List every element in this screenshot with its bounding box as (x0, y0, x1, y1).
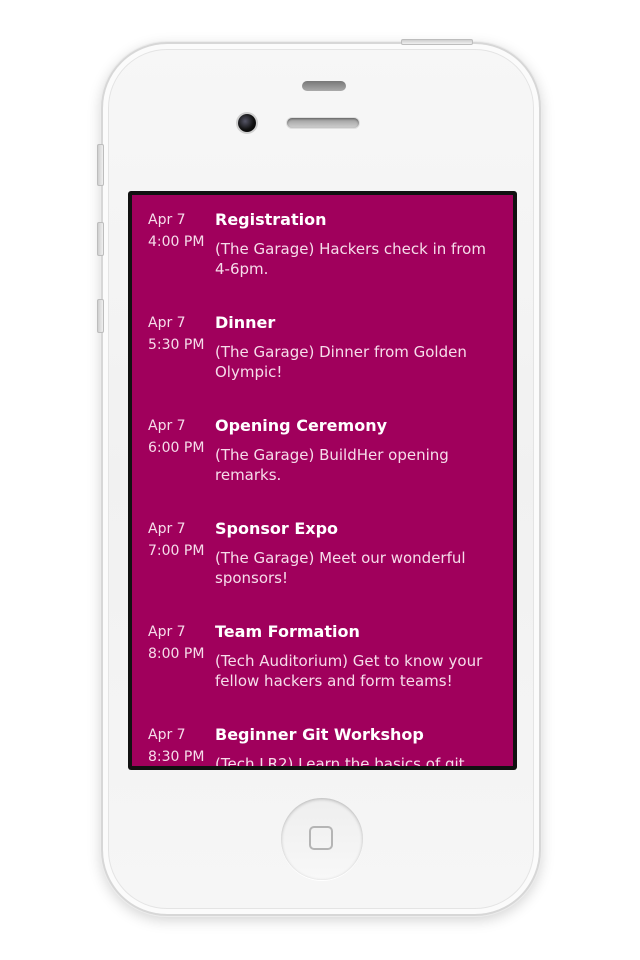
event-info: Team Formation (Tech Auditorium) Get to … (215, 621, 513, 724)
event-title: Dinner (215, 313, 276, 332)
event-title: Team Formation (215, 622, 360, 641)
event-description: (Tech Auditorium) Get to know your fello… (215, 652, 483, 690)
list-item[interactable]: Apr 7 7:00 PM Sponsor Expo (The Garage) … (132, 518, 513, 621)
event-description: (The Garage) BuildHer opening remarks. (215, 446, 449, 484)
home-square-icon (309, 826, 333, 850)
event-info: Sponsor Expo (The Garage) Meet our wonde… (215, 518, 513, 621)
list-item[interactable]: Apr 7 5:30 PM Dinner (The Garage) Dinner… (132, 312, 513, 415)
event-description: (The Garage) Hackers check in from 4-6pm… (215, 240, 486, 278)
event-datetime: Apr 7 8:00 PM (132, 621, 215, 724)
event-date: Apr 7 (148, 727, 186, 743)
event-date: Apr 7 (148, 212, 186, 228)
event-date: Apr 7 (148, 418, 186, 434)
event-date: Apr 7 (148, 521, 186, 537)
event-time: 4:00 PM (148, 234, 205, 250)
volume-up-button (97, 222, 104, 256)
event-datetime: Apr 7 8:30 PM (132, 724, 215, 766)
home-button[interactable] (281, 798, 363, 880)
event-time: 8:30 PM (148, 749, 205, 765)
power-button (401, 39, 473, 45)
phone-frame: Apr 7 4:00 PM Registration (The Garage) … (97, 39, 541, 916)
event-time: 6:00 PM (148, 440, 205, 456)
event-date: Apr 7 (148, 315, 186, 331)
top-speaker (302, 81, 346, 91)
event-info: Registration (The Garage) Hackers check … (215, 209, 513, 312)
event-title: Sponsor Expo (215, 519, 339, 538)
event-datetime: Apr 7 4:00 PM (132, 209, 215, 312)
event-info: Opening Ceremony (The Garage) BuildHer o… (215, 415, 513, 518)
event-info: Dinner (The Garage) Dinner from Golden O… (215, 312, 513, 415)
earpiece-speaker (287, 118, 359, 128)
event-description: (The Garage) Dinner from Golden Olympic! (215, 343, 467, 381)
event-time: 5:30 PM (148, 337, 205, 353)
event-title: Opening Ceremony (215, 416, 388, 435)
event-title: Beginner Git Workshop (215, 725, 424, 744)
event-info: Beginner Git Workshop (Tech LR2) Learn t… (215, 724, 513, 766)
screen-bezel: Apr 7 4:00 PM Registration (The Garage) … (128, 191, 517, 770)
list-item[interactable]: Apr 7 4:00 PM Registration (The Garage) … (132, 209, 513, 312)
event-datetime: Apr 7 7:00 PM (132, 518, 215, 621)
event-description: (The Garage) Meet our wonderful sponsors… (215, 549, 466, 587)
silent-switch (97, 144, 104, 186)
event-datetime: Apr 7 5:30 PM (132, 312, 215, 415)
list-item[interactable]: Apr 7 8:30 PM Beginner Git Workshop (Tec… (132, 724, 513, 766)
event-title: Registration (215, 210, 327, 229)
list-item[interactable]: Apr 7 6:00 PM Opening Ceremony (The Gara… (132, 415, 513, 518)
event-description: (Tech LR2) Learn the basics of git (215, 755, 465, 766)
list-item[interactable]: Apr 7 8:00 PM Team Formation (Tech Audit… (132, 621, 513, 724)
event-time: 8:00 PM (148, 646, 205, 662)
event-date: Apr 7 (148, 624, 186, 640)
volume-down-button (97, 299, 104, 333)
event-time: 7:00 PM (148, 543, 205, 559)
event-list[interactable]: Apr 7 4:00 PM Registration (The Garage) … (132, 195, 513, 766)
front-camera (238, 114, 256, 132)
event-datetime: Apr 7 6:00 PM (132, 415, 215, 518)
schedule-screen[interactable]: Apr 7 4:00 PM Registration (The Garage) … (132, 195, 513, 766)
